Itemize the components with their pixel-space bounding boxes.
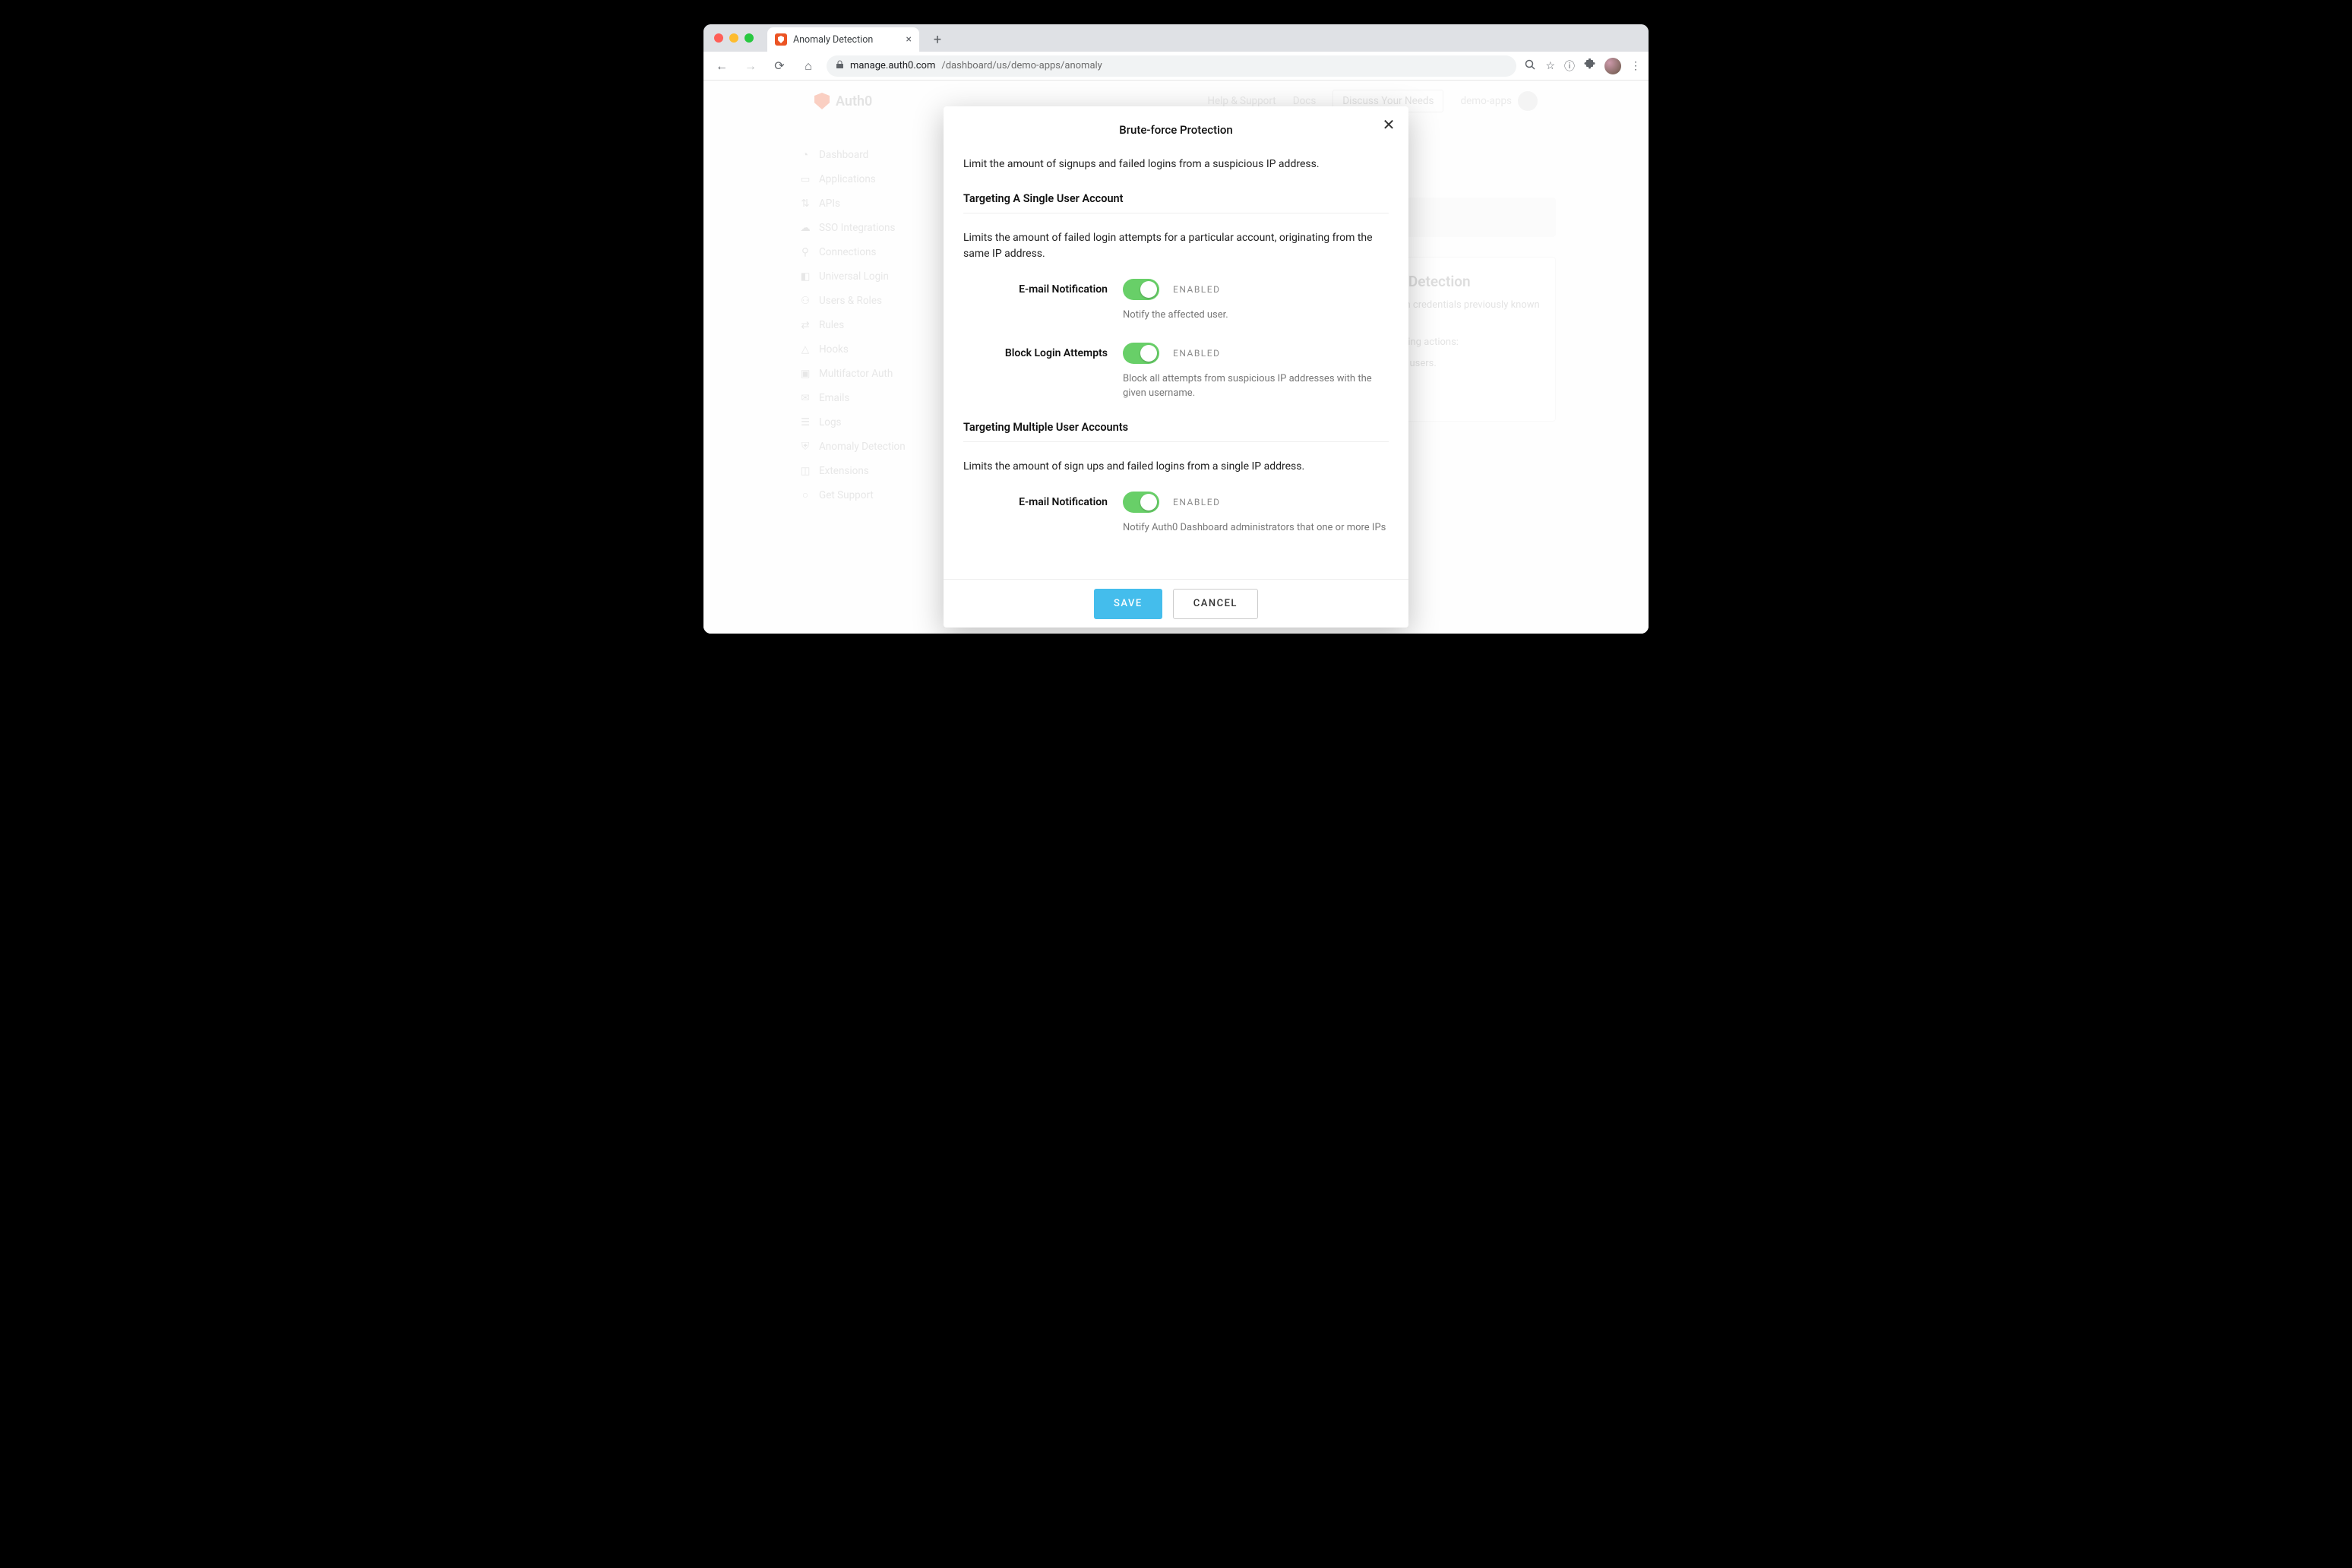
page-viewport: Auth0 Help & Support Docs Discuss Your N…: [703, 81, 1649, 634]
lock-icon: [836, 60, 844, 71]
save-button[interactable]: SAVE: [1094, 589, 1162, 619]
toggle-state: ENABLED: [1173, 497, 1220, 507]
star-icon[interactable]: ☆: [1545, 60, 1555, 72]
toggle-state: ENABLED: [1173, 348, 1220, 359]
tab-title: Anomaly Detection: [793, 34, 900, 46]
tab-close-icon[interactable]: ×: [906, 33, 912, 46]
section-heading-multi: Targeting Multiple User Accounts: [963, 421, 1389, 442]
setting-row-email-single: E-mail Notification ENABLED Notify the a…: [963, 279, 1389, 323]
setting-help: Block all attempts from suspicious IP ad…: [1123, 371, 1389, 401]
modal-title: Brute-force Protection: [963, 123, 1389, 137]
toolbar-right: ☆ ⓘ ⋮: [1524, 58, 1641, 74]
nav-home-icon[interactable]: ⌂: [798, 55, 819, 77]
zoom-icon[interactable]: [1524, 58, 1536, 74]
section-desc-single: Limits the amount of failed login attemp…: [963, 230, 1389, 262]
window-zoom-icon[interactable]: [744, 33, 754, 43]
setting-label: Block Login Attempts: [963, 343, 1108, 401]
extensions-icon[interactable]: [1584, 58, 1595, 73]
window-minimize-icon[interactable]: [729, 33, 738, 43]
setting-label: E-mail Notification: [963, 279, 1108, 323]
modal-bruteforce: ✕ Brute-force Protection Limit the amoun…: [944, 106, 1408, 628]
url-path: /dashboard/us/demo-apps/anomaly: [941, 60, 1102, 71]
modal-footer: SAVE CANCEL: [944, 579, 1408, 628]
address-bar[interactable]: manage.auth0.com/dashboard/us/demo-apps/…: [827, 55, 1516, 77]
setting-help: Notify Auth0 Dashboard administrators th…: [1123, 520, 1389, 536]
modal-description: Limit the amount of signups and failed l…: [963, 156, 1389, 172]
modal-body: Brute-force Protection Limit the amount …: [944, 106, 1408, 579]
setting-row-email-multi: E-mail Notification ENABLED Notify Auth0…: [963, 492, 1389, 536]
nav-back-icon[interactable]: ←: [711, 55, 732, 77]
section-heading-single: Targeting A Single User Account: [963, 192, 1389, 213]
kebab-menu-icon[interactable]: ⋮: [1630, 60, 1641, 72]
browser-tab[interactable]: Anomaly Detection ×: [767, 27, 919, 52]
window-close-icon[interactable]: [714, 33, 723, 43]
setting-row-block: Block Login Attempts ENABLED Block all a…: [963, 343, 1389, 401]
toggle-email-multi[interactable]: [1123, 492, 1159, 513]
toggle-block[interactable]: [1123, 343, 1159, 364]
toggle-state: ENABLED: [1173, 284, 1220, 295]
section-desc-multi: Limits the amount of sign ups and failed…: [963, 459, 1389, 475]
toggle-email-single[interactable]: [1123, 279, 1159, 300]
info-icon[interactable]: ⓘ: [1564, 58, 1575, 74]
nav-reload-icon[interactable]: ⟳: [769, 55, 790, 77]
browser-toolbar: ← → ⟳ ⌂ manage.auth0.com/dashboard/us/de…: [703, 52, 1649, 81]
browser-titlebar: Anomaly Detection × +: [703, 24, 1649, 52]
nav-forward-icon[interactable]: →: [740, 55, 761, 77]
url-host: manage.auth0.com: [850, 60, 935, 71]
cancel-button[interactable]: CANCEL: [1173, 589, 1258, 619]
profile-avatar-icon[interactable]: [1604, 58, 1621, 74]
new-tab-button[interactable]: +: [927, 29, 948, 50]
setting-label: E-mail Notification: [963, 492, 1108, 536]
close-icon[interactable]: ✕: [1380, 115, 1398, 134]
window-controls: [714, 33, 754, 43]
setting-help: Notify the affected user.: [1123, 308, 1389, 323]
tab-favicon-icon: [775, 33, 787, 46]
browser-window: Anomaly Detection × + ← → ⟳ ⌂ manage.aut…: [703, 24, 1649, 634]
